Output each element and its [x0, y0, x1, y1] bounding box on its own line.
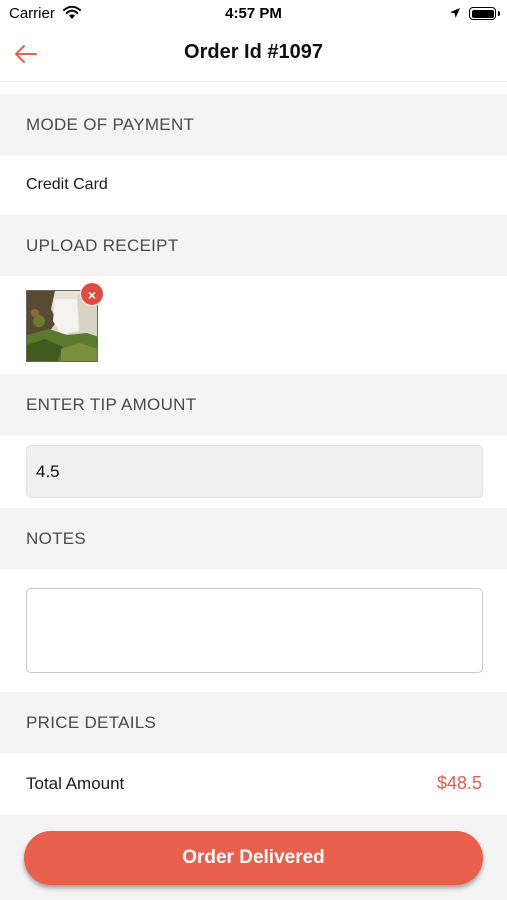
total-amount-label: Total Amount: [26, 774, 125, 793]
tip-amount-input[interactable]: [26, 445, 483, 498]
screen: Carrier 4:57 PM Order Id #1097 MODE OF P…: [0, 0, 507, 900]
order-delivered-button[interactable]: Order Delivered: [24, 831, 483, 885]
payment-mode-value: Credit Card: [26, 176, 108, 193]
clock: 4:57 PM: [225, 5, 282, 22]
page-title: Order Id #1097: [184, 41, 323, 63]
notes-section-header: NOTES: [0, 508, 507, 569]
payment-section-header: MODE OF PAYMENT: [0, 94, 507, 155]
status-bar: Carrier 4:57 PM: [0, 0, 507, 28]
remove-receipt-button[interactable]: ×: [80, 282, 104, 306]
receipt-section-header: UPLOAD RECEIPT: [0, 215, 507, 276]
location-arrow-icon: [450, 8, 460, 18]
price-section-header: PRICE DETAILS: [0, 692, 507, 753]
navigation-bar: Order Id #1097: [0, 28, 507, 82]
battery-icon: [469, 7, 500, 20]
notes-textarea[interactable]: [26, 588, 483, 673]
total-amount-value: $48.5: [436, 773, 482, 793]
nav-spacer: [0, 82, 507, 94]
tip-section-header: ENTER TIP AMOUNT: [0, 374, 507, 435]
